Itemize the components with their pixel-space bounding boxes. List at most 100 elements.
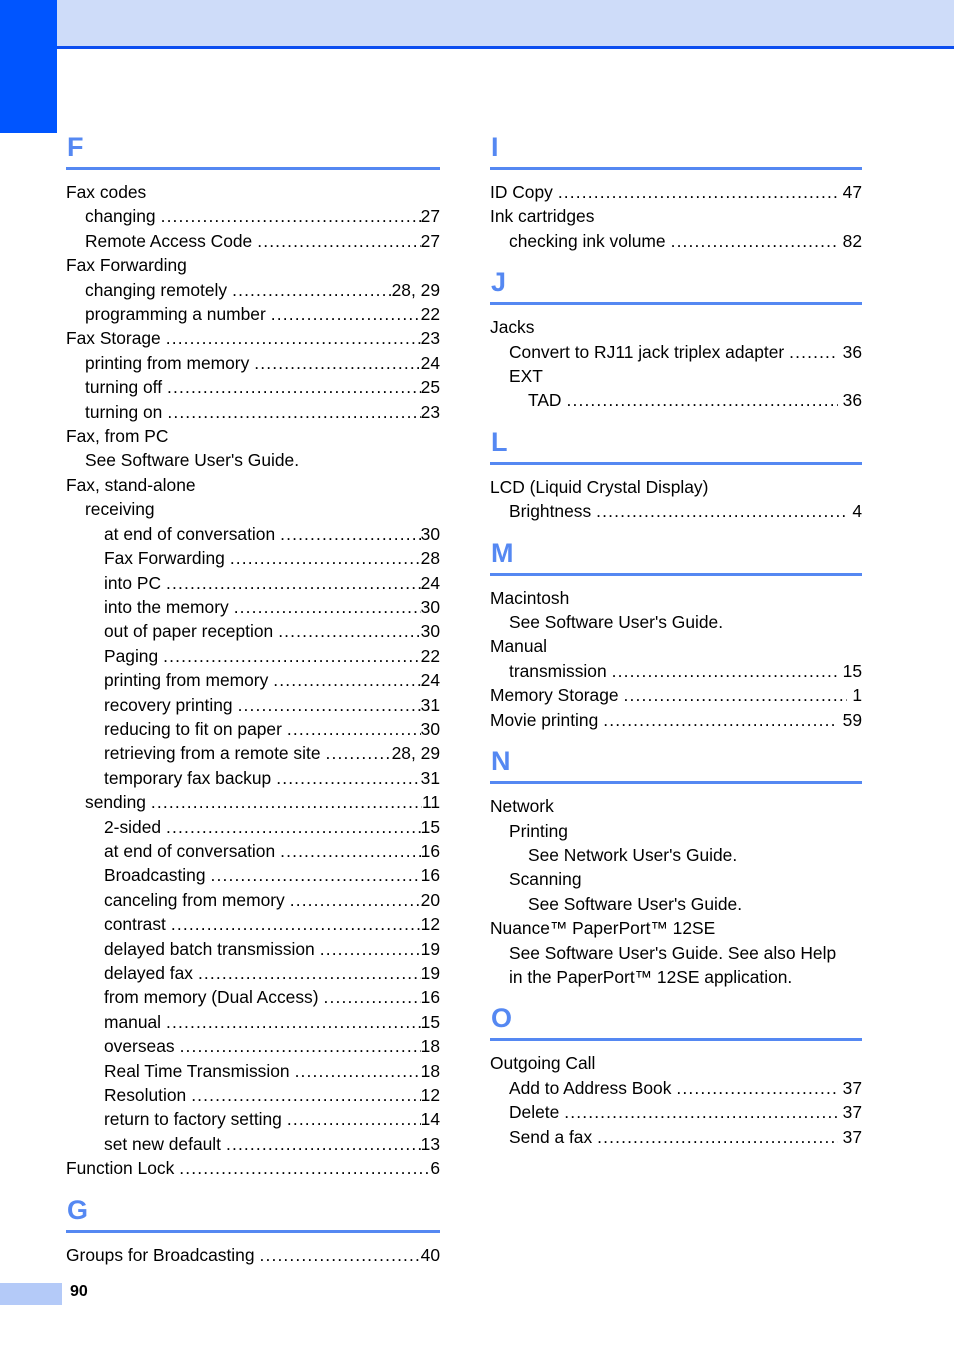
index-entry[interactable]: delayed fax.............................…: [66, 961, 440, 985]
letter-heading-m: M: [491, 537, 514, 568]
index-entry[interactable]: ID Copy.................................…: [490, 180, 862, 204]
index-entry[interactable]: recovery printing.......................…: [66, 693, 440, 717]
dot-leader: ........................................…: [233, 596, 421, 617]
index-entry[interactable]: Paging..................................…: [66, 644, 440, 668]
dot-leader: ........................................…: [166, 816, 421, 837]
index-entry[interactable]: into PC.................................…: [66, 571, 440, 595]
index-entry[interactable]: 2-sided.................................…: [66, 815, 440, 839]
index-entry-label: at end of conversation: [104, 840, 276, 861]
dot-leader: ........................................…: [278, 621, 420, 642]
index-entry[interactable]: retrieving from a remote site...........…: [66, 741, 440, 765]
index-entry[interactable]: overseas................................…: [66, 1034, 440, 1058]
index-entry[interactable]: Movie printing..........................…: [490, 708, 862, 732]
index-entry-page: 23: [420, 328, 440, 349]
dot-leader: ........................................…: [325, 743, 392, 764]
dot-leader: ........................................…: [789, 341, 838, 362]
index-entry[interactable]: out of paper reception..................…: [66, 619, 440, 643]
index-entry[interactable]: manual..................................…: [66, 1010, 440, 1034]
index-entry[interactable]: sending.................................…: [66, 790, 440, 814]
index-entry[interactable]: Brightness..............................…: [490, 499, 862, 523]
dot-leader: ........................................…: [564, 1102, 837, 1123]
dot-leader: ........................................…: [257, 230, 420, 251]
index-entry-label: printing from memory: [85, 352, 250, 373]
index-entry[interactable]: into the memory.........................…: [66, 595, 440, 619]
index-entry[interactable]: set new default.........................…: [66, 1132, 440, 1156]
index-entry[interactable]: printing from memory....................…: [66, 668, 440, 692]
index-entry-page: 15: [420, 816, 440, 837]
index-entry-page: 30: [420, 596, 440, 617]
index-entry[interactable]: Resolution..............................…: [66, 1083, 440, 1107]
index-entry-page: 30: [420, 621, 440, 642]
dot-leader: ........................................…: [163, 645, 421, 666]
index-entry-page: 24: [420, 572, 440, 593]
index-entry-label: retrieving from a remote site: [104, 743, 321, 764]
index-entry-label: Broadcasting: [104, 865, 206, 886]
index-entry-page: 82: [842, 230, 862, 251]
index-entry[interactable]: contrast................................…: [66, 912, 440, 936]
index-entry-label: canceling from memory: [104, 889, 285, 910]
dot-leader: ........................................…: [237, 694, 421, 715]
index-entry[interactable]: at end of conversation..................…: [66, 522, 440, 546]
index-entry: Fax, from PC: [66, 424, 440, 448]
header-band: [57, 0, 954, 46]
index-entry-label: printing from memory: [104, 670, 269, 691]
index-entry[interactable]: Fax Forwarding..........................…: [66, 546, 440, 570]
index-entry[interactable]: Broadcasting............................…: [66, 863, 440, 887]
index-entry-label: reducing to fit on paper: [104, 718, 282, 739]
index-entry-page: 28: [420, 548, 440, 569]
index-entry-label: Manual: [490, 636, 548, 657]
index-entry[interactable]: Send a fax..............................…: [490, 1125, 862, 1149]
index-entry[interactable]: canceling from memory...................…: [66, 888, 440, 912]
index-entry[interactable]: at end of conversation..................…: [66, 839, 440, 863]
dot-leader: ........................................…: [167, 377, 421, 398]
index-entry[interactable]: printing from memory....................…: [66, 351, 440, 375]
letter-rule: [66, 167, 440, 170]
letter-section: L LCD (Liquid Crystal Display) Brightness.…: [490, 427, 862, 524]
index-entry[interactable]: transmission............................…: [490, 659, 862, 683]
index-entry[interactable]: checking ink volume.....................…: [490, 229, 862, 253]
index-entry-page: 37: [842, 1126, 862, 1147]
letter-heading-j: J: [491, 267, 507, 298]
dot-leader: ........................................…: [319, 938, 421, 959]
index-entry-label: Fax Storage: [66, 328, 161, 349]
index-entry-label: See Network User's Guide.: [528, 844, 738, 865]
index-entry[interactable]: Groups for Broadcasting.................…: [66, 1243, 440, 1267]
index-entry-page: 12: [420, 914, 440, 935]
index-entry-page: 15: [420, 1011, 440, 1032]
index-entry-page: 59: [842, 709, 862, 730]
index-entry[interactable]: turning on..............................…: [66, 400, 440, 424]
index-entry[interactable]: return to factory setting...............…: [66, 1107, 440, 1131]
index-entry[interactable]: from memory (Dual Access)...............…: [66, 985, 440, 1009]
index-entry[interactable]: Memory Storage..........................…: [490, 683, 862, 707]
index-entry[interactable]: turning off.............................…: [66, 375, 440, 399]
index-entry[interactable]: Remote Access Code......................…: [66, 229, 440, 253]
index-entry[interactable]: Delete..................................…: [490, 1100, 862, 1124]
dot-leader: ........................................…: [286, 718, 421, 739]
index-entry[interactable]: Convert to RJ11 jack triplex adapter....…: [490, 340, 862, 364]
letter-rule: [490, 1038, 862, 1042]
index-entry[interactable]: Real Time Transmission..................…: [66, 1059, 440, 1083]
index-entry-label: return to factory setting: [104, 1109, 282, 1130]
index-entry-label: See Software User's Guide. See also Help: [509, 942, 837, 963]
index-entry-label: in the PaperPort™ 12SE application.: [509, 966, 793, 987]
index-entry[interactable]: reducing to fit on paper................…: [66, 717, 440, 741]
index-entry-label: manual: [104, 1011, 162, 1032]
index-entry-page: 23: [420, 401, 440, 422]
index-column-right: I ID Copy................................…: [490, 132, 862, 1151]
letter-heading-f: F: [67, 132, 84, 162]
index-entry-label: Network: [490, 796, 554, 817]
index-entry-label: changing remotely: [85, 279, 228, 300]
index-entry[interactable]: Fax Storage.............................…: [66, 326, 440, 350]
index-entry[interactable]: temporary fax backup....................…: [66, 766, 440, 790]
index-entry-page: 24: [420, 352, 440, 373]
index-entry-label: Send a fax: [509, 1126, 593, 1147]
index-entry[interactable]: programming a number....................…: [66, 302, 440, 326]
index-entry[interactable]: Add to Address Book.....................…: [490, 1076, 862, 1100]
header-rule: [57, 46, 954, 49]
index-entry[interactable]: TAD.....................................…: [490, 388, 862, 412]
index-entry-label: transmission: [509, 660, 607, 681]
index-entry[interactable]: changing................................…: [66, 204, 440, 228]
index-entry[interactable]: Function Lock...........................…: [66, 1156, 440, 1180]
index-entry[interactable]: changing remotely.......................…: [66, 278, 440, 302]
index-entry[interactable]: delayed batch transmission..............…: [66, 937, 440, 961]
